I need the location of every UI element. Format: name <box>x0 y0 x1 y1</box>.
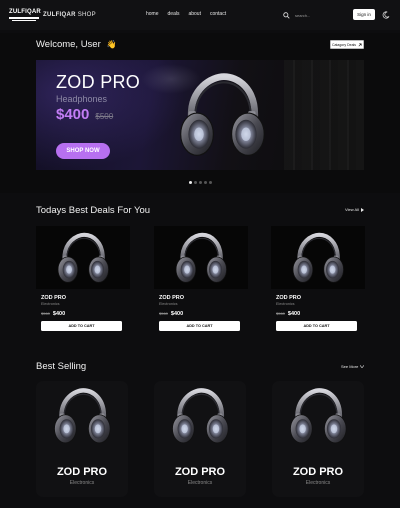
search-box[interactable]: search... <box>283 9 349 21</box>
deal-old-price: $560 <box>159 311 168 316</box>
deal-category: Electronics <box>41 302 60 306</box>
deal-name: ZOD PRO <box>41 295 67 301</box>
product-category: Electronics <box>305 480 331 486</box>
best-selling-title: Best Selling <box>36 361 87 372</box>
deal-price: $400 <box>170 311 184 317</box>
deal-category: Electronics <box>159 302 178 306</box>
welcome-text: Welcome, User <box>36 39 101 50</box>
add-to-cart-button[interactable]: ADD TO CART <box>41 321 122 331</box>
background-panels <box>284 60 364 170</box>
product-category: Electronics <box>69 480 95 486</box>
menu-item-deals[interactable]: deals <box>168 11 180 17</box>
deal-image <box>154 226 248 289</box>
navbar: ZULFIQAR ZULFIQAR SHOP home deals about … <box>0 0 400 30</box>
best-selling-card[interactable]: ZOD PRO Electronics <box>154 381 246 497</box>
arrow-up-right-icon <box>358 43 362 46</box>
logo-mark-text: ZULFIQAR <box>9 9 41 15</box>
product-name: ZOD PRO <box>174 466 226 478</box>
logo[interactable]: ZULFIQAR ZULFIQAR SHOP <box>9 9 96 21</box>
menu-item-home[interactable]: home <box>146 11 159 17</box>
deal-card[interactable]: ZOD PRO Electronics $560 $400 ADD TO CART <box>154 226 248 331</box>
hero-banner[interactable]: ZOD PRO Headphones $400 $500 SHOP NOW <box>36 60 364 170</box>
chevron-down-icon <box>360 365 365 368</box>
caret-right-icon <box>360 207 364 212</box>
deal-price: $400 <box>52 311 66 317</box>
deal-image <box>36 226 130 289</box>
add-to-cart-button[interactable]: ADD TO CART <box>276 321 357 331</box>
headphones-image <box>54 231 112 285</box>
deal-category: Electronics <box>276 302 295 306</box>
headphones-image <box>50 386 114 446</box>
logo-mark: ZULFIQAR <box>9 9 41 21</box>
hero-price: $400 $500 <box>56 106 113 123</box>
deal-old-price: $560 <box>276 311 285 316</box>
deals-title: Todays Best Deals For You <box>36 205 151 216</box>
menu-item-contact[interactable]: contact <box>210 11 226 17</box>
deal-image <box>271 226 365 289</box>
search-icon <box>283 11 290 19</box>
add-to-cart-button[interactable]: ADD TO CART <box>159 321 240 331</box>
view-all-link[interactable]: View All <box>345 207 364 212</box>
category-deals-button[interactable]: Catagory Deals <box>330 40 364 49</box>
main-menu: home deals about contact <box>146 11 226 17</box>
hero-subtitle: Headphones <box>56 94 108 104</box>
menu-item-about[interactable]: about <box>188 11 201 17</box>
best-selling-card[interactable]: ZOD PRO Electronics <box>272 381 364 497</box>
shop-now-button[interactable]: SHOP NOW <box>56 143 110 159</box>
product-category: Electronics <box>187 480 213 486</box>
deal-card[interactable]: ZOD PRO Electronics $560 $400 ADD TO CART <box>271 226 365 331</box>
carousel-dots <box>189 181 212 184</box>
headphones-image <box>168 386 232 446</box>
hero-current-price: $400 <box>56 106 90 123</box>
best-selling-card[interactable]: ZOD PRO Electronics <box>36 381 128 497</box>
carousel-dot[interactable] <box>189 181 192 184</box>
deal-name: ZOD PRO <box>276 295 302 301</box>
signin-button[interactable]: Sign in <box>353 9 375 20</box>
wave-icon: 👋 <box>106 40 117 49</box>
deal-name: ZOD PRO <box>159 295 185 301</box>
carousel-dot[interactable] <box>209 181 212 184</box>
carousel-dot[interactable] <box>194 181 197 184</box>
see-more-link[interactable]: See More <box>341 364 365 369</box>
moon-icon[interactable] <box>382 11 390 19</box>
deal-price: $400 <box>287 311 301 317</box>
welcome-heading: Welcome, User 👋 <box>36 39 117 50</box>
hero-old-price: $500 <box>95 112 114 121</box>
deal-old-price: $560 <box>41 311 50 316</box>
headphones-image <box>286 386 350 446</box>
headphones-image <box>172 231 230 285</box>
hero-title: ZOD PRO <box>56 72 141 92</box>
headphones-image <box>289 231 347 285</box>
product-name: ZOD PRO <box>56 466 108 478</box>
product-name: ZOD PRO <box>292 466 344 478</box>
carousel-dot[interactable] <box>204 181 207 184</box>
deal-card[interactable]: ZOD PRO Electronics $560 $400 ADD TO CART <box>36 226 130 331</box>
headphones-image <box>174 70 270 160</box>
search-input[interactable]: search... <box>295 13 310 18</box>
carousel-dot[interactable] <box>199 181 202 184</box>
brand-name: ZULFIQAR SHOP <box>43 12 96 18</box>
